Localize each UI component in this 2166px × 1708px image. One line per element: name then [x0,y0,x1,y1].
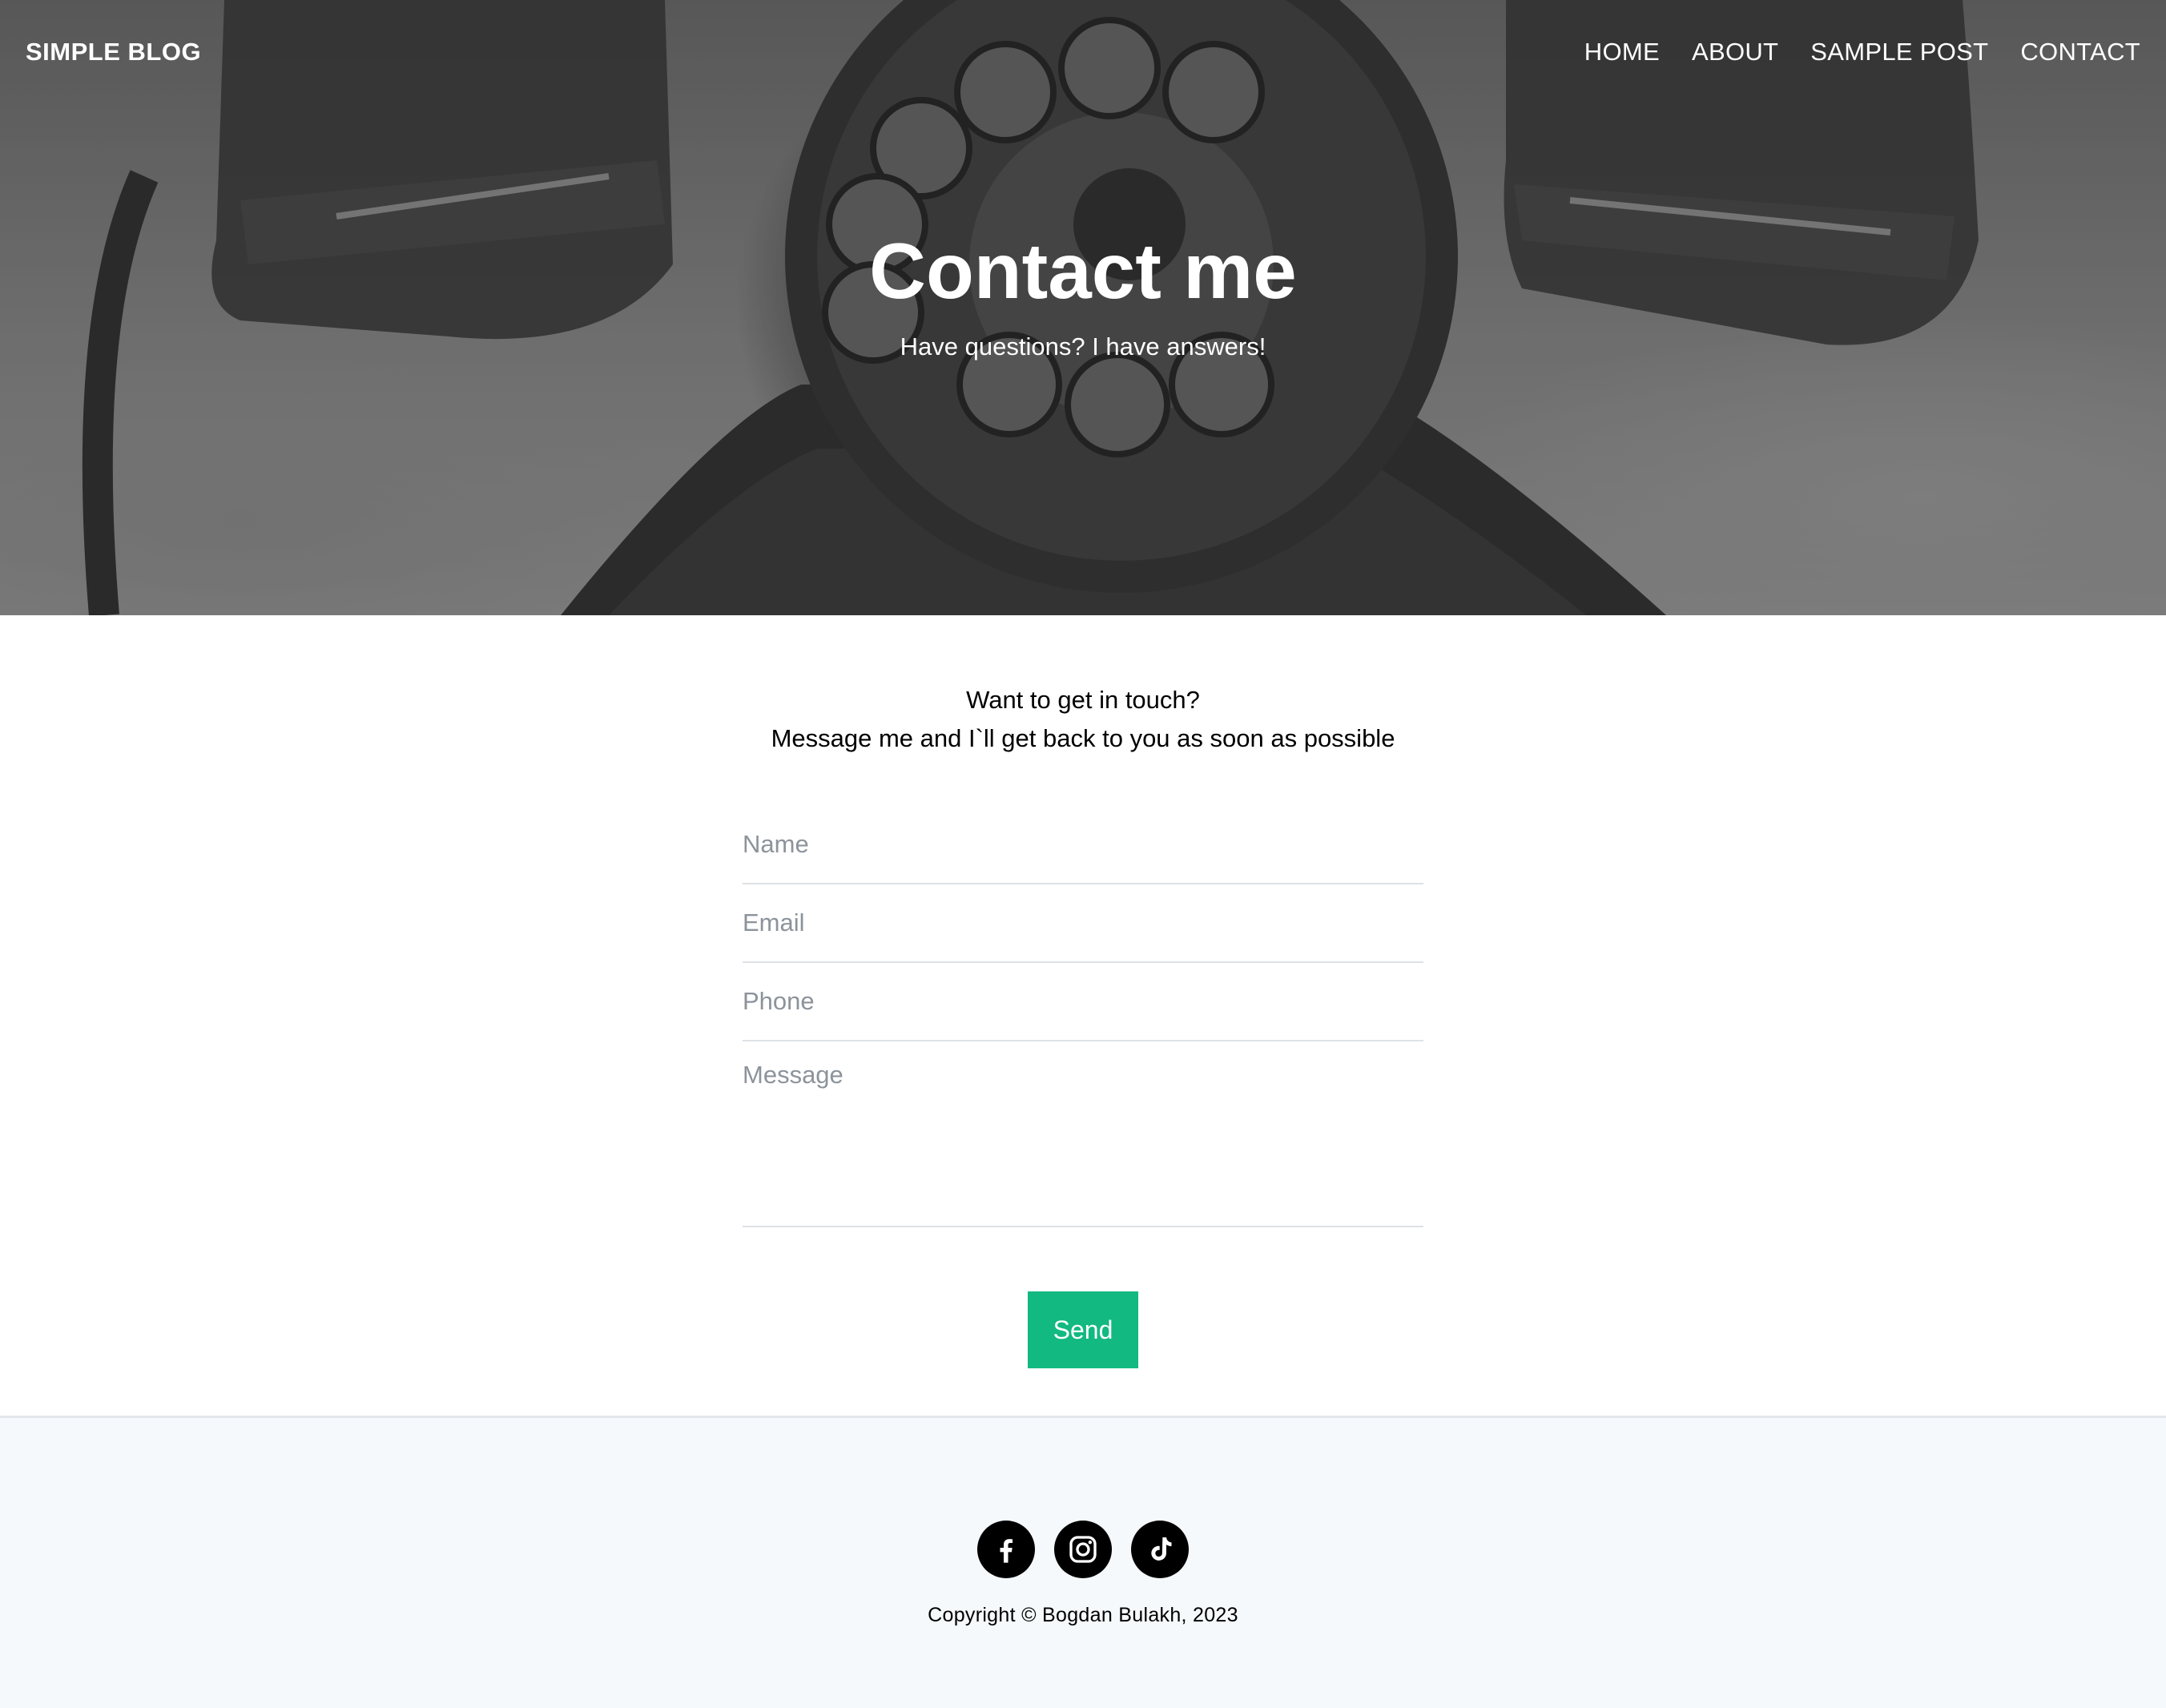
intro-line-1: Want to get in touch? [966,686,1200,714]
tiktok-link[interactable] [1131,1521,1189,1578]
page-title: Contact me [869,227,1297,315]
top-navbar: SIMPLE BLOG HOME ABOUT SAMPLE POST CONTA… [0,0,2166,104]
contact-section: Want to get in touch? Message me and I`l… [743,615,1423,1368]
facebook-icon [1000,1539,1013,1563]
tiktok-icon [1151,1537,1172,1561]
nav-link-about[interactable]: ABOUT [1692,38,1778,66]
nav-link-home[interactable]: HOME [1584,38,1660,66]
intro-text: Want to get in touch? Message me and I`l… [743,681,1423,758]
instagram-icon [1069,1536,1097,1563]
nav-link-sample-post[interactable]: SAMPLE POST [1810,38,1988,66]
message-textarea[interactable] [743,1041,1423,1227]
hero-header: SIMPLE BLOG HOME ABOUT SAMPLE POST CONTA… [0,0,2166,615]
footer: Copyright © Bogdan Bulakh, 2023 [0,1416,2166,1708]
hero-heading-block: Contact me Have questions? I have answer… [0,228,2166,361]
intro-line-2: Message me and I`ll get back to you as s… [771,724,1395,752]
nav-link-contact[interactable]: CONTACT [2020,38,2140,66]
copyright-text: Copyright © Bogdan Bulakh, 2023 [928,1604,1238,1626]
phone-input[interactable] [743,963,1423,1041]
nav-links: HOME ABOUT SAMPLE POST CONTACT [1584,38,2140,66]
page-subtitle: Have questions? I have answers! [900,332,1266,361]
email-input[interactable] [743,884,1423,963]
social-links [0,1521,2166,1578]
send-button-wrapper: Send [743,1291,1423,1368]
contact-form: Send [743,806,1423,1368]
name-input[interactable] [743,806,1423,884]
brand-logo-link[interactable]: SIMPLE BLOG [26,38,201,66]
send-button[interactable]: Send [1028,1291,1138,1368]
instagram-link[interactable] [1054,1521,1112,1578]
facebook-link[interactable] [977,1521,1035,1578]
